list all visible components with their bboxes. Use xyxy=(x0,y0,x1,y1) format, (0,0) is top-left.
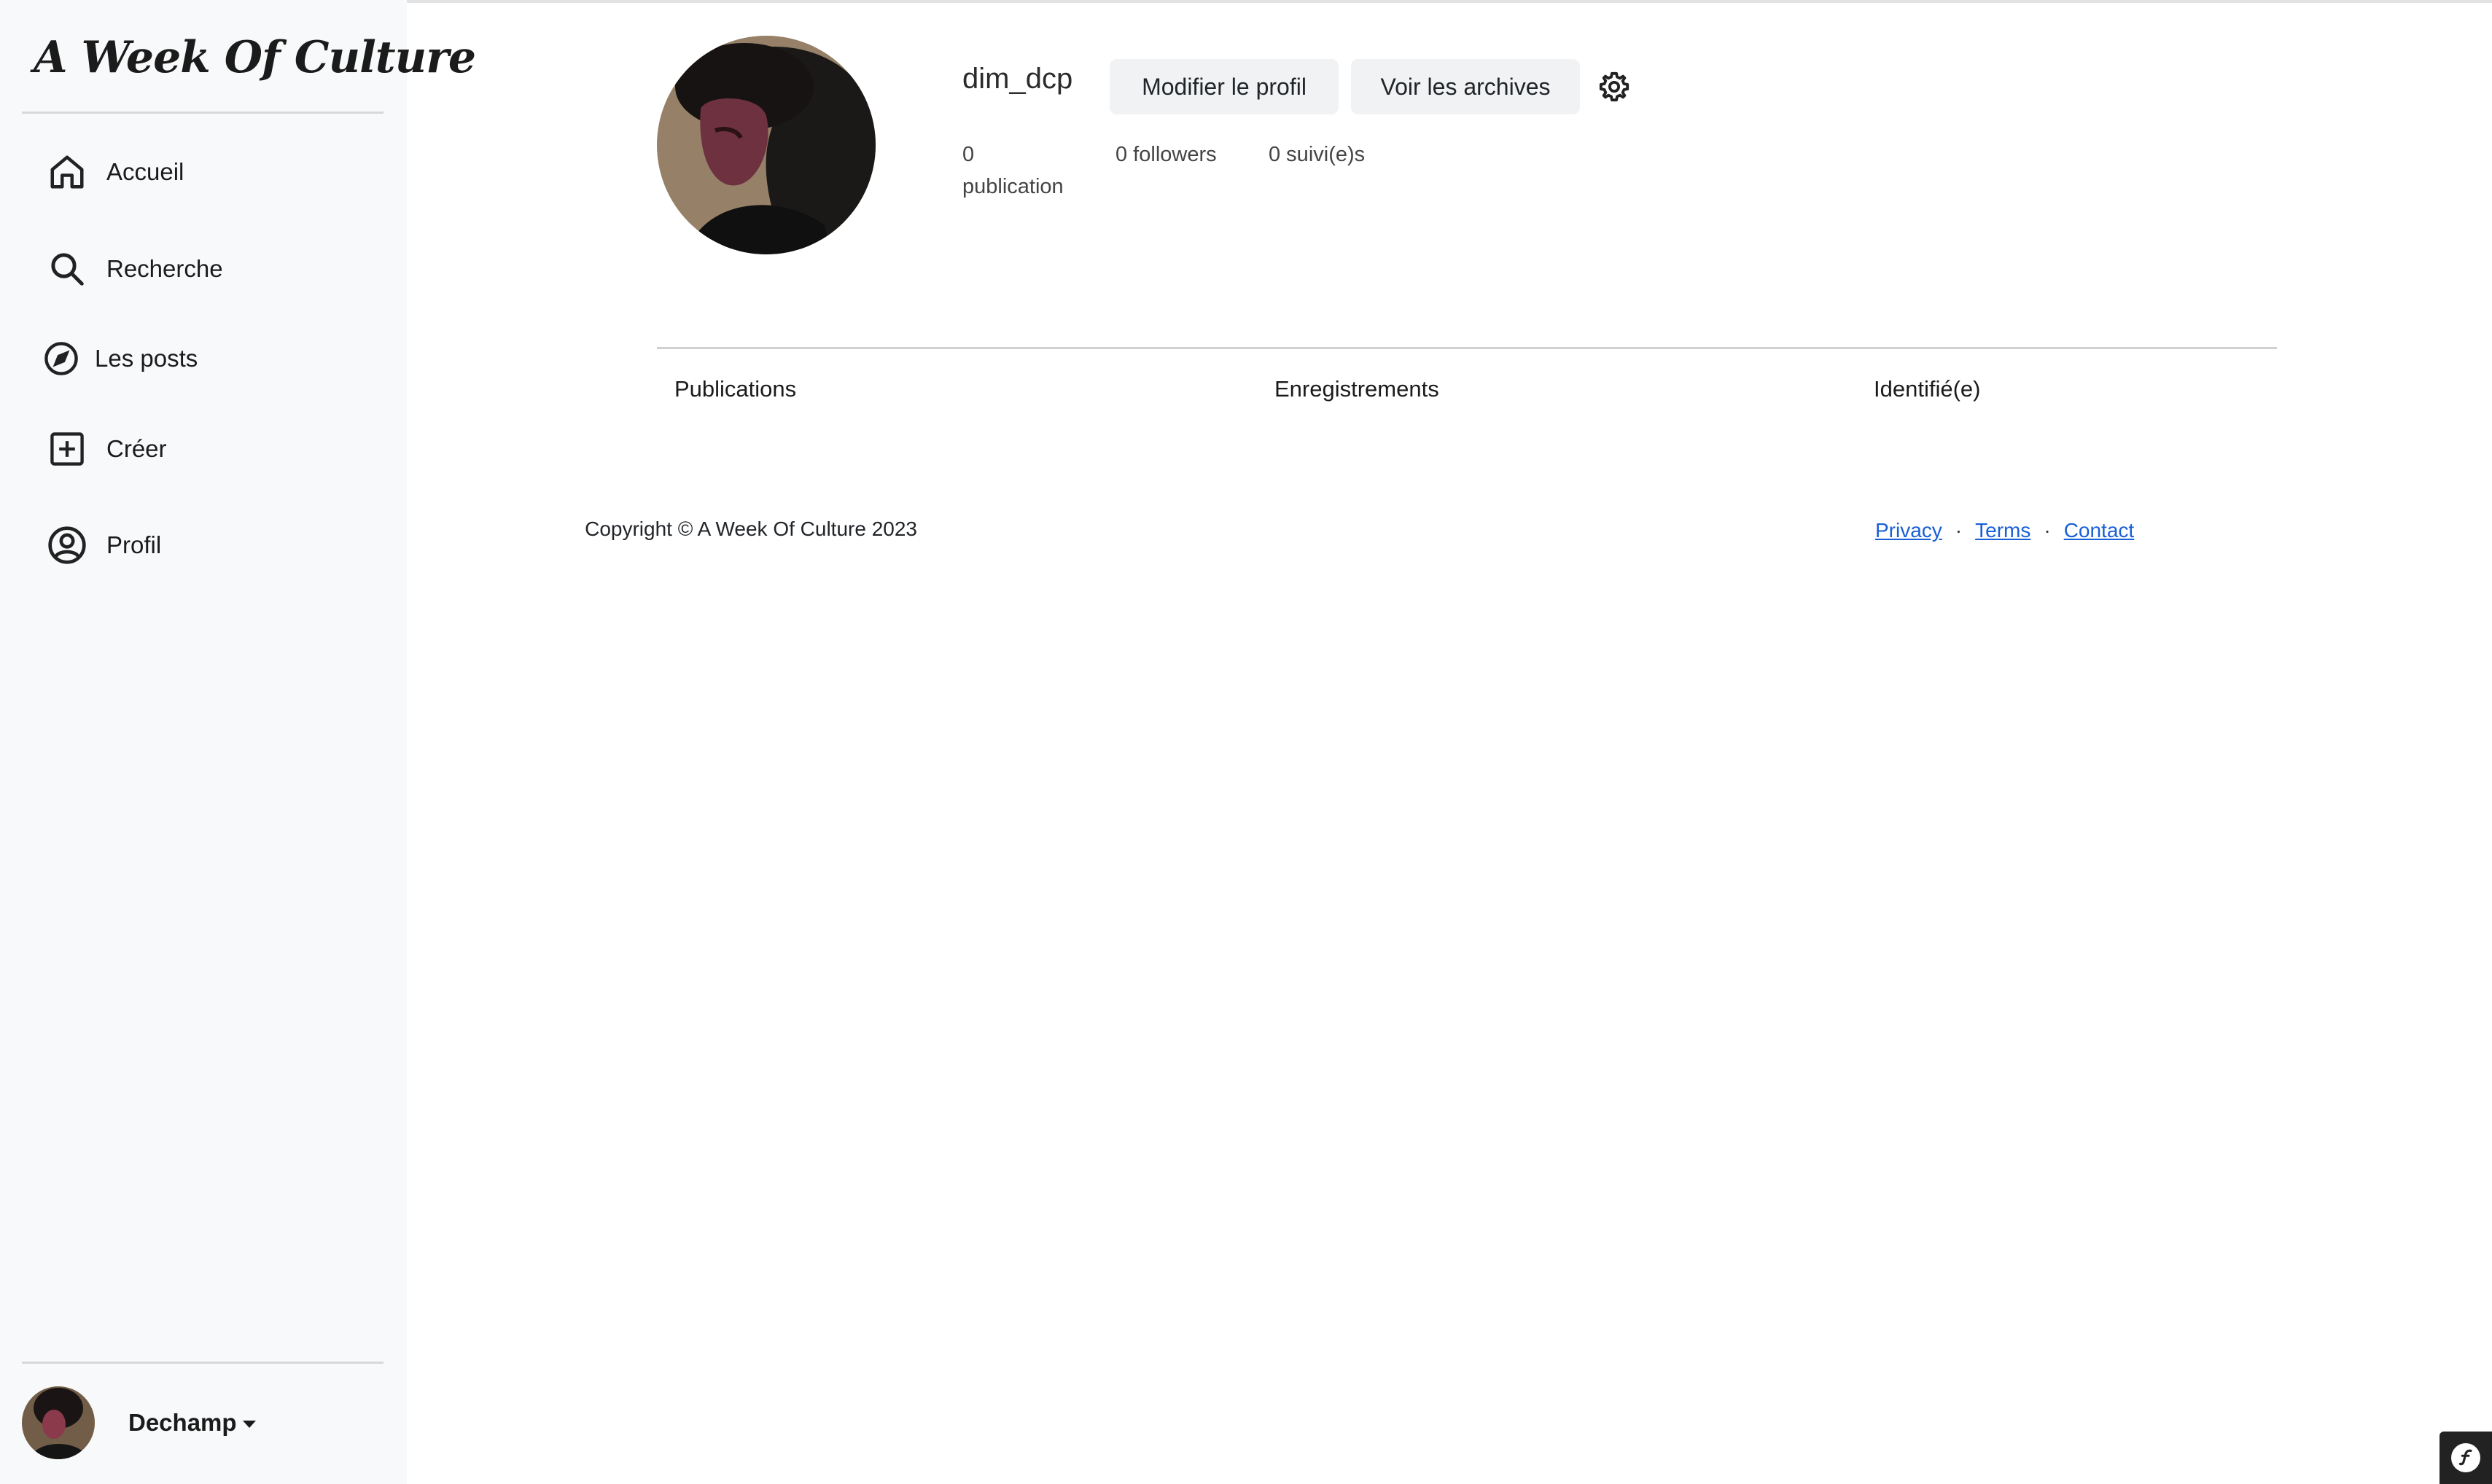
sidebar-item-recherche[interactable]: Recherche xyxy=(44,243,223,294)
sidebar-item-label: Profil xyxy=(106,531,162,558)
compass-icon xyxy=(38,335,85,382)
gear-icon[interactable] xyxy=(1597,70,1631,104)
profile-username: dim_dcp xyxy=(962,63,1073,95)
avatar xyxy=(22,1386,95,1459)
sidebar-divider-bottom xyxy=(22,1362,383,1364)
tabs-divider xyxy=(657,347,2277,349)
sidebar-item-label: Recherche xyxy=(106,255,223,282)
stat-followers[interactable]: 0 followers xyxy=(1115,138,1217,171)
footer-separator: · xyxy=(1955,519,1963,542)
user-circle-icon xyxy=(44,522,90,569)
chevron-down-icon xyxy=(242,1421,256,1428)
stat-following[interactable]: 0 suivi(e)s xyxy=(1269,138,1365,171)
footer-link-contact[interactable]: Contact xyxy=(2064,519,2135,542)
sidebar-item-profil[interactable]: Profil xyxy=(44,520,161,571)
search-icon xyxy=(44,246,90,292)
profile-avatar xyxy=(657,36,876,254)
plus-square-icon xyxy=(44,426,90,472)
user-name: Dechamp xyxy=(128,1409,237,1436)
footer-copyright-clip: Copyright © A Week Of Culture 2023 xyxy=(407,518,917,547)
sidebar-divider-top xyxy=(22,112,383,114)
sidebar: A Week Of Culture Accueil Recherche Les … xyxy=(0,0,476,1484)
sidebar-item-label: Créer xyxy=(106,435,167,462)
symfony-toolbar-icon[interactable] xyxy=(2440,1432,2492,1484)
edit-profile-button[interactable]: Modifier le profil xyxy=(1110,59,1339,114)
tab-publications[interactable]: Publications xyxy=(674,376,796,402)
sidebar-item-accueil[interactable]: Accueil xyxy=(44,147,184,198)
tab-identifie[interactable]: Identifié(e) xyxy=(1874,376,1980,402)
view-archives-button[interactable]: Voir les archives xyxy=(1351,59,1580,114)
footer-links: Privacy · Terms · Contact xyxy=(1875,519,2134,542)
brand-logo[interactable]: A Week Of Culture xyxy=(34,32,476,83)
user-menu[interactable]: Dechamp xyxy=(22,1386,256,1459)
sidebar-item-les-posts[interactable]: Les posts xyxy=(38,333,198,384)
footer-separator: · xyxy=(2044,519,2051,542)
tab-enregistrements[interactable]: Enregistrements xyxy=(1274,376,1439,402)
home-icon xyxy=(44,149,90,195)
sidebar-item-creer[interactable]: Créer xyxy=(44,423,167,475)
footer-copyright: Copyright © A Week Of Culture 2023 xyxy=(585,518,917,540)
footer-link-terms[interactable]: Terms xyxy=(1975,519,2030,542)
sidebar-item-label: Accueil xyxy=(106,158,184,185)
stat-publications: 0 publication xyxy=(962,143,1064,198)
sidebar-item-label: Les posts xyxy=(95,345,198,372)
footer-link-privacy[interactable]: Privacy xyxy=(1875,519,1942,542)
